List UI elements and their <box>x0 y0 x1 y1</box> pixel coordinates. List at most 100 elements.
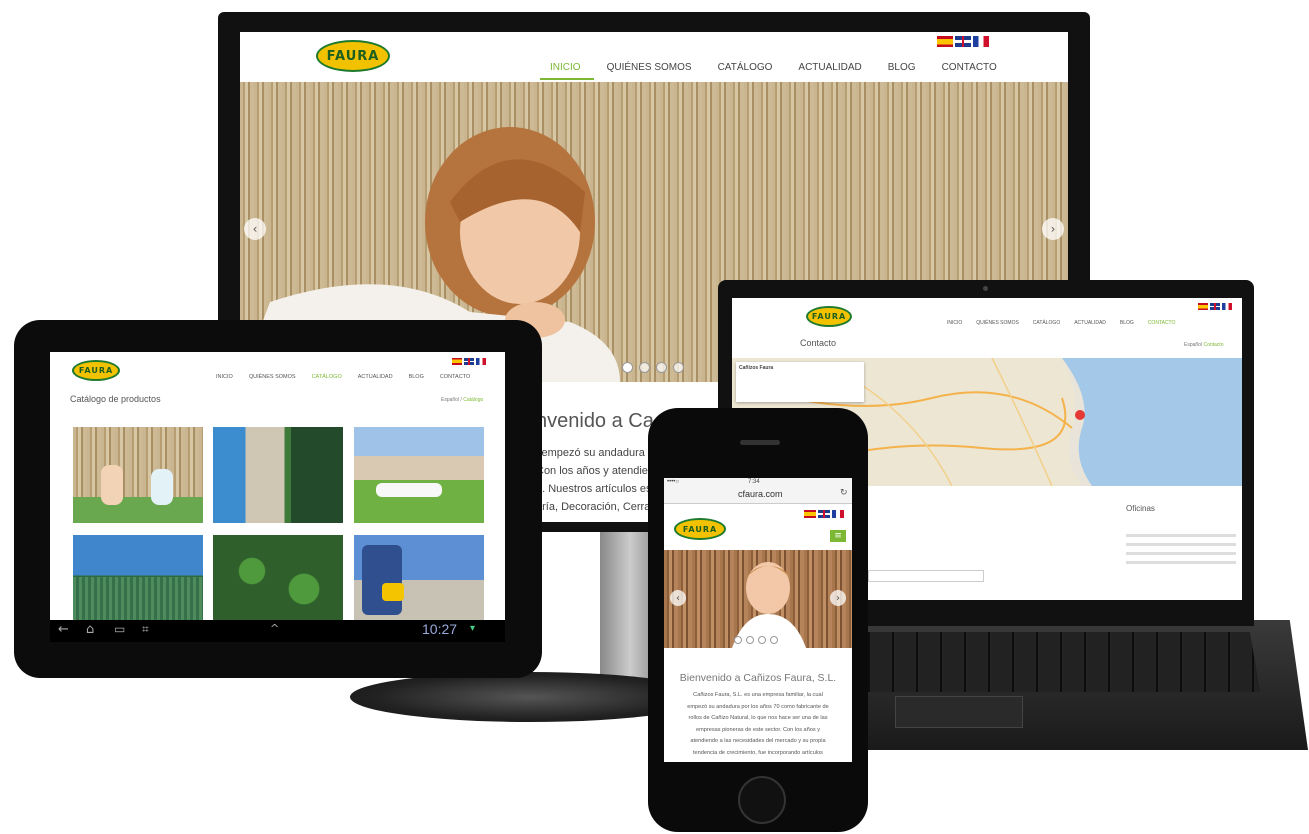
breadcrumb-current: Contacto <box>1203 342 1224 348</box>
contact-form-input[interactable] <box>868 570 984 582</box>
faura-logo[interactable]: FAURA <box>806 306 852 327</box>
nav-item-contacto[interactable]: CONTACTO <box>942 62 997 73</box>
nav-item-inicio[interactable]: INICIO <box>216 374 233 380</box>
breadcrumb-current: Catálogo <box>463 397 484 403</box>
slider-dot[interactable] <box>656 362 667 373</box>
chevron-left-icon: ‹ <box>252 222 258 236</box>
catalog-item[interactable] <box>354 427 484 523</box>
nav-item-quienes-somos[interactable]: QUIÉNES SOMOS <box>607 62 692 73</box>
worker-figure <box>362 545 402 615</box>
catalog-item[interactable] <box>213 427 343 523</box>
status-bar: ••••○ 7:34 <box>664 478 852 487</box>
contact-line <box>1126 561 1236 564</box>
nav-item-quienes-somos[interactable]: QUIÉNES SOMOS <box>249 374 296 380</box>
main-nav: INICIO QUIÉNES SOMOS CATÁLOGO ACTUALIDAD… <box>216 374 470 380</box>
laptop-touchpad <box>895 696 1023 728</box>
recent-apps-icon[interactable]: ▭ <box>114 622 125 636</box>
chevron-right-icon: › <box>1050 222 1056 236</box>
nav-item-catalogo[interactable]: CATÁLOGO <box>312 374 342 380</box>
page-title: Contacto <box>800 338 837 348</box>
text-line: rollos de Cañizo Natural, lo que nos hac… <box>688 715 828 722</box>
grass <box>73 497 203 523</box>
text-line: ería, Decoración, Cerram <box>536 501 660 513</box>
slider-dot[interactable] <box>770 636 778 644</box>
faura-logo[interactable]: FAURA <box>674 518 726 540</box>
slider-prev-button[interactable]: ‹ <box>670 590 686 606</box>
catalog-item[interactable] <box>73 535 203 625</box>
nav-item-quienes-somos[interactable]: QUIÉNES SOMOS <box>976 320 1019 326</box>
text-line: l empezó su andadura po <box>536 447 661 459</box>
chevron-left-icon: ‹ <box>676 592 680 604</box>
language-flags <box>1198 303 1232 310</box>
nav-item-inicio[interactable]: INICIO <box>550 62 581 73</box>
spanish-flag-icon[interactable] <box>804 510 816 518</box>
slider-dots <box>734 636 778 644</box>
nav-item-actualidad[interactable]: ACTUALIDAD <box>798 62 861 73</box>
french-flag-icon[interactable] <box>973 36 989 47</box>
slider-dot[interactable] <box>639 362 650 373</box>
faura-logo[interactable]: FAURA <box>72 360 120 381</box>
uk-flag-icon[interactable] <box>818 510 830 518</box>
wifi-icon: ▾ <box>470 623 476 634</box>
slider-next-button[interactable]: › <box>1042 218 1064 240</box>
nav-item-blog[interactable]: BLOG <box>409 374 424 380</box>
spanish-flag-icon[interactable] <box>452 358 462 365</box>
uk-flag-icon[interactable] <box>955 36 971 47</box>
text-line: atendiendo a las necesidades del mercado… <box>690 738 826 745</box>
welcome-text: Cañizos Faura, S.L. es una empresa famil… <box>664 690 852 760</box>
slider-dot[interactable] <box>746 636 754 644</box>
chevron-up-icon[interactable]: ^ <box>270 622 279 635</box>
offices-heading: Oficinas <box>1126 504 1155 513</box>
french-flag-icon[interactable] <box>832 510 844 518</box>
catalog-item[interactable] <box>354 535 484 625</box>
text-line: Con los años y atendiendo <box>536 465 667 477</box>
carrier-signal: ••••○ <box>667 479 680 485</box>
home-icon[interactable]: ⌂ <box>86 622 94 637</box>
tablet-screen: FAURA INICIO QUIÉNES SOMOS CATÁLOGO ACTU… <box>50 352 505 642</box>
main-nav: INICIO QUIÉNES SOMOS CATÁLOGO ACTUALIDAD… <box>947 320 1175 326</box>
slider-dot[interactable] <box>622 362 633 373</box>
nav-item-contacto[interactable]: CONTACTO <box>1148 320 1176 326</box>
office-contact-list <box>1126 528 1236 570</box>
chevron-right-icon: › <box>836 592 840 604</box>
browser-address-bar[interactable]: cfaura.com ↻ <box>664 487 852 504</box>
language-flags <box>937 36 989 47</box>
language-flags <box>804 510 844 518</box>
active-nav-underline <box>540 78 594 80</box>
nav-item-blog[interactable]: BLOG <box>888 62 916 73</box>
french-flag-icon[interactable] <box>476 358 486 365</box>
slider-next-button[interactable]: › <box>830 590 846 606</box>
nav-item-inicio[interactable]: INICIO <box>947 320 962 326</box>
spanish-flag-icon[interactable] <box>1198 303 1208 310</box>
back-icon[interactable]: ← <box>58 622 69 637</box>
screenshot-icon[interactable]: ⌗ <box>142 622 149 637</box>
nav-item-blog[interactable]: BLOG <box>1120 320 1134 326</box>
slider-dot[interactable] <box>734 636 742 644</box>
child-figure <box>101 465 123 505</box>
reload-icon[interactable]: ↻ <box>840 488 848 498</box>
welcome-heading: Bienvenido a Cañizos Faura, S.L. <box>679 672 837 684</box>
breadcrumb-home[interactable]: Español <box>1184 342 1202 348</box>
nav-item-actualidad[interactable]: ACTUALIDAD <box>1074 320 1106 326</box>
catalog-item[interactable] <box>73 427 203 523</box>
uk-flag-icon[interactable] <box>1210 303 1220 310</box>
nav-item-actualidad[interactable]: ACTUALIDAD <box>358 374 393 380</box>
main-nav: INICIO QUIÉNES SOMOS CATÁLOGO ACTUALIDAD… <box>550 62 997 73</box>
spanish-flag-icon[interactable] <box>937 36 953 47</box>
nav-item-contacto[interactable]: CONTACTO <box>440 374 470 380</box>
french-flag-icon[interactable] <box>1222 303 1232 310</box>
uk-flag-icon[interactable] <box>464 358 474 365</box>
person-figure <box>376 483 442 497</box>
nav-item-catalogo[interactable]: CATÁLOGO <box>1033 320 1060 326</box>
nav-item-catalogo[interactable]: CATÁLOGO <box>718 62 773 73</box>
slider-dot[interactable] <box>673 362 684 373</box>
faura-logo[interactable]: FAURA <box>316 40 390 72</box>
catalog-item[interactable] <box>213 535 343 625</box>
hamburger-menu-icon[interactable]: ≡ <box>830 530 846 542</box>
slider-prev-button[interactable]: ‹ <box>244 218 266 240</box>
home-button[interactable] <box>738 776 786 824</box>
slider-dot[interactable] <box>758 636 766 644</box>
breadcrumb-home[interactable]: Español <box>441 397 459 403</box>
text-line: empresas pioneras de este sector. Con lo… <box>695 726 821 733</box>
text-line: Cañizos Faura, S.L. es una empresa famil… <box>693 692 823 698</box>
